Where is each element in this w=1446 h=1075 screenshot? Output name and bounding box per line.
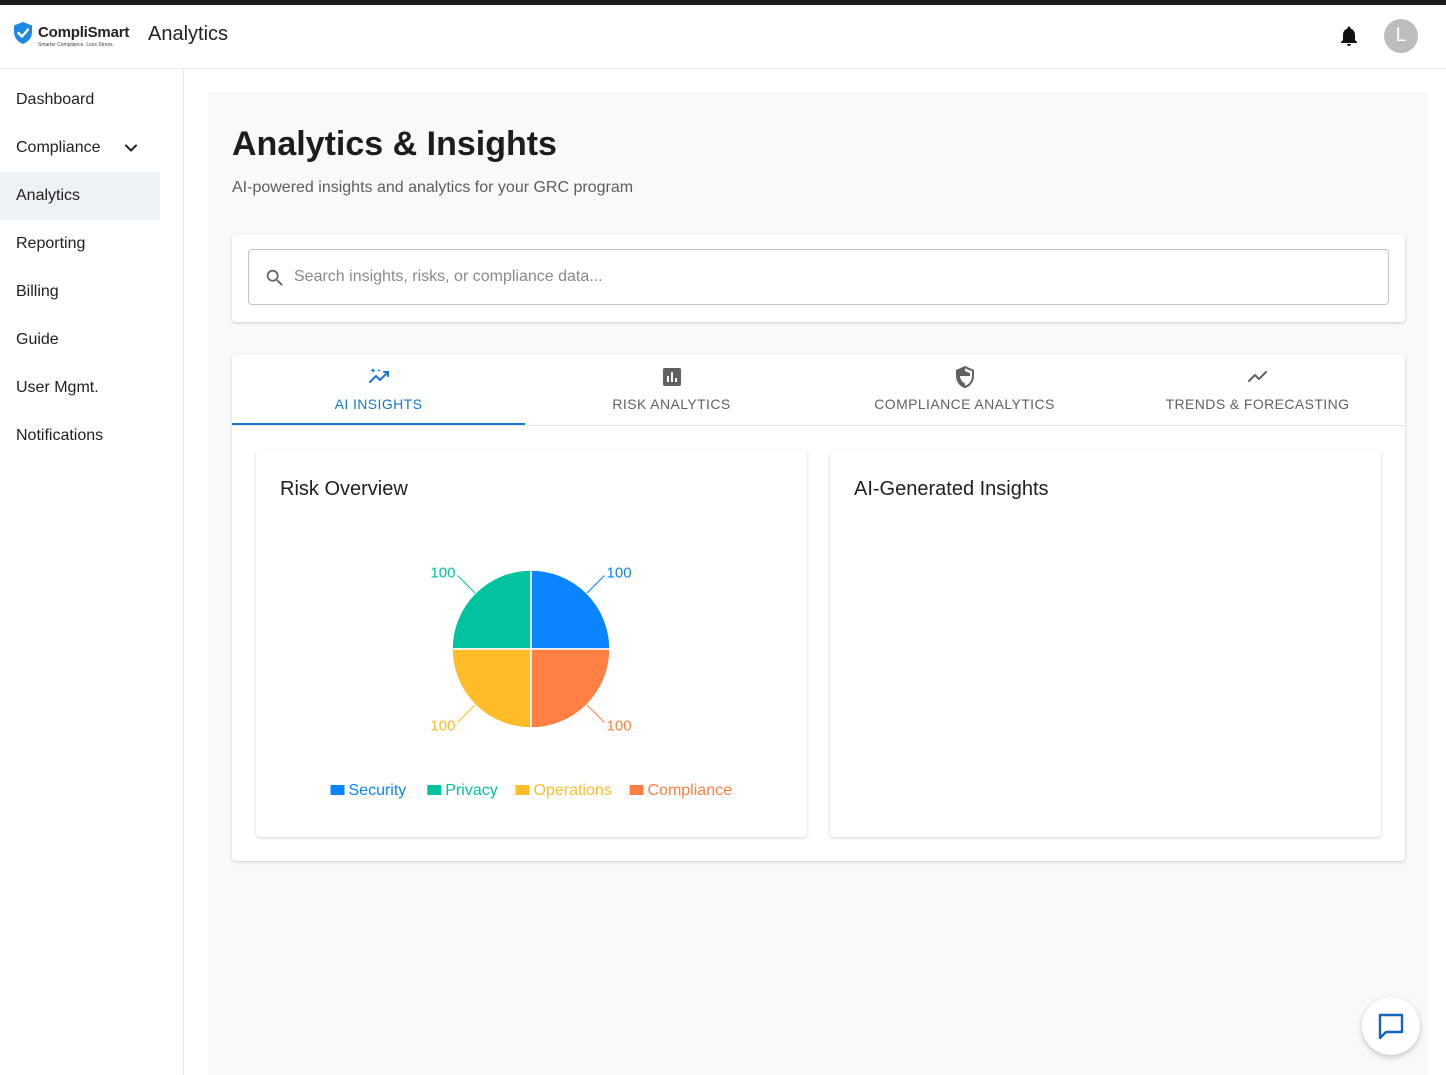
- ai-insights-panel: AI-Generated Insights: [830, 450, 1381, 837]
- legend-swatch-security: [330, 785, 345, 795]
- sidebar-item-dashboard[interactable]: Dashboard: [0, 76, 160, 124]
- legend-swatch-compliance: [629, 785, 644, 795]
- bar-chart-box-icon: [663, 368, 681, 386]
- sidebar-item-label: Billing: [16, 283, 59, 300]
- trending-line-icon: [1248, 371, 1267, 382]
- sidebar-item-label: Dashboard: [16, 91, 95, 108]
- chat-bubble-icon: [1378, 1013, 1404, 1040]
- brand-name: CompliSmart: [38, 24, 130, 41]
- legend-swatch-operations: [515, 785, 530, 795]
- active-tab-indicator: [232, 423, 525, 425]
- page-subtitle: AI-powered insights and analytics for yo…: [232, 179, 634, 196]
- brand-logo[interactable]: CompliSmart Smarter Compliance. Less Str…: [12, 21, 132, 55]
- analytics-tabs-card: AI INSIGHTS RISK ANALYTICS COMPLIANCE AN…: [232, 354, 1405, 861]
- search-card: [232, 234, 1405, 322]
- avatar[interactable]: L: [1384, 19, 1418, 53]
- pie-label-line-privacy: [457, 575, 476, 594]
- tab-bar: AI INSIGHTS RISK ANALYTICS COMPLIANCE AN…: [232, 354, 1405, 426]
- sidebar-item-notifications[interactable]: Notifications: [0, 412, 160, 460]
- sidebar-item-label: Compliance: [16, 139, 101, 156]
- ai-sparkle-chart-icon: [369, 368, 389, 383]
- pie-legend: Security Privacy Operations Compliance: [330, 782, 733, 799]
- legend-label-privacy[interactable]: Privacy: [445, 782, 497, 799]
- sidebar-item-label: Guide: [16, 331, 59, 348]
- tab-label: TRENDS & FORECASTING: [1165, 396, 1350, 412]
- tab-ai-insights[interactable]: AI INSIGHTS: [232, 354, 525, 426]
- search-input[interactable]: [294, 260, 1374, 294]
- legend-label-operations[interactable]: Operations: [534, 782, 612, 799]
- pie-label-line-operations: [457, 704, 476, 723]
- sidebar-item-label: Analytics: [16, 187, 81, 204]
- shield-icon: [956, 366, 974, 388]
- tab-label: RISK ANALYTICS: [612, 396, 731, 412]
- sidebar-item-analytics[interactable]: Analytics: [0, 172, 160, 220]
- tab-label: COMPLIANCE ANALYTICS: [874, 396, 1055, 412]
- chat-button[interactable]: [1362, 997, 1420, 1055]
- legend-label-compliance[interactable]: Compliance: [648, 782, 733, 799]
- sidebar-item-reporting[interactable]: Reporting: [0, 220, 160, 268]
- sidebar-item-label: Reporting: [16, 235, 86, 252]
- sidebar-item-label: User Mgmt.: [16, 379, 99, 396]
- bell-icon[interactable]: [1337, 24, 1361, 48]
- tab-label: AI INSIGHTS: [334, 396, 423, 412]
- tab-compliance-analytics[interactable]: COMPLIANCE ANALYTICS: [818, 354, 1111, 426]
- shield-logo-icon: [14, 22, 32, 44]
- legend-swatch-privacy: [427, 785, 442, 795]
- sidebar-item-guide[interactable]: Guide: [0, 316, 160, 364]
- pie-data-label-security: 100: [607, 564, 632, 581]
- app-bar: CompliSmart Smarter Compliance. Less Str…: [0, 5, 1446, 69]
- risk-pie-chart: 100 100 100 100 Security Privacy Operations Com…: [330, 564, 733, 799]
- sidebar-item-label: Notifications: [16, 427, 104, 444]
- sidebar-item-compliance[interactable]: Compliance: [0, 124, 160, 172]
- search-box[interactable]: [248, 249, 1389, 305]
- pie-data-label-privacy: 100: [430, 564, 455, 581]
- pie-data-label-operations: 100: [430, 718, 455, 735]
- sidebar: Dashboard Compliance Analytics Reporting…: [0, 70, 184, 1075]
- search-icon: [266, 269, 283, 286]
- tab-trends-forecasting[interactable]: TRENDS & FORECASTING: [1111, 354, 1404, 426]
- brand-tagline: Smarter Compliance. Less Stress.: [38, 42, 114, 48]
- ai-insights-title: AI-Generated Insights: [854, 478, 1049, 500]
- app-title: Analytics: [148, 23, 229, 45]
- pie-data-label-compliance: 100: [607, 718, 632, 735]
- risk-overview-panel: Risk Overview 100 100 100 100 Security Privac…: [256, 450, 807, 837]
- legend-label-security[interactable]: Security: [349, 782, 407, 799]
- sidebar-item-user-mgmt[interactable]: User Mgmt.: [0, 364, 160, 412]
- sidebar-item-billing[interactable]: Billing: [0, 268, 160, 316]
- tab-risk-analytics[interactable]: RISK ANALYTICS: [525, 354, 818, 426]
- chevron-down-icon: [125, 144, 137, 152]
- pie-label-line-security: [586, 575, 605, 594]
- page-title: Analytics & Insights: [232, 125, 557, 163]
- pie-label-line-compliance: [586, 704, 605, 723]
- main-content: Analytics & Insights AI-powered insights…: [208, 92, 1428, 1075]
